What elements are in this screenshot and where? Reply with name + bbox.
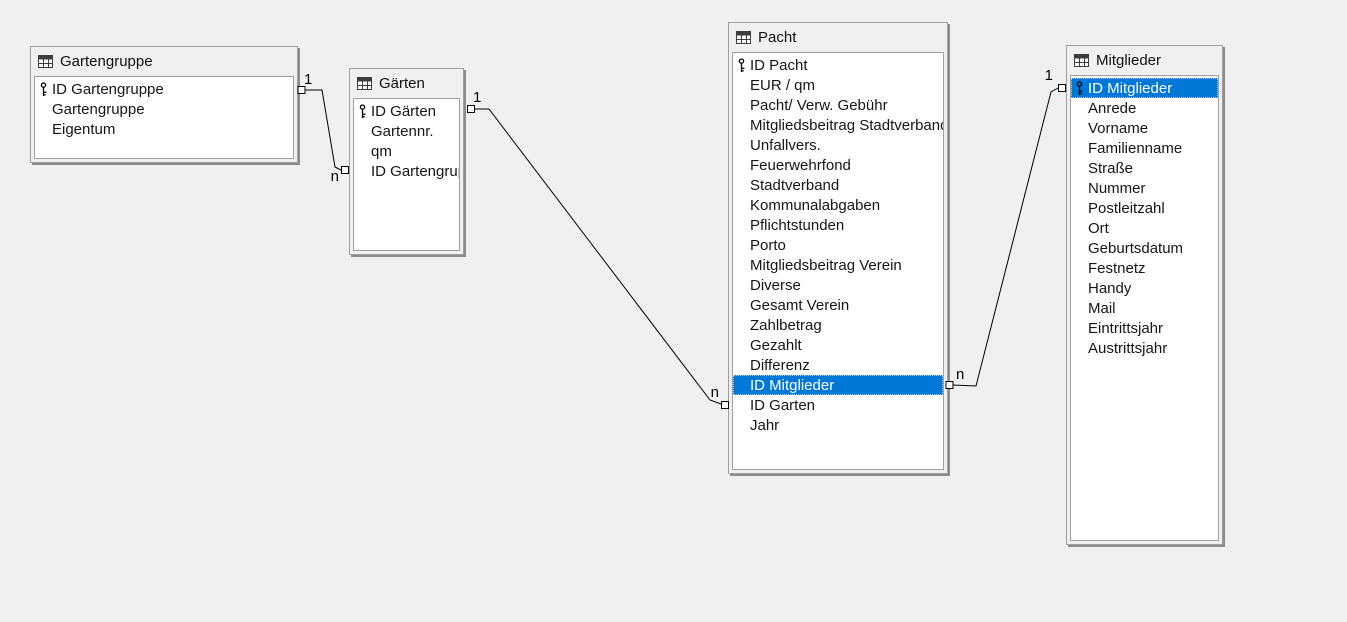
cardinality-label-many: n: [331, 168, 339, 185]
relation-line[interactable]: [953, 88, 1058, 386]
relation-mitglieder-pacht[interactable]: n 1: [946, 67, 1066, 389]
cardinality-label-one: 1: [304, 71, 312, 88]
cardinality-label-one: 1: [1045, 67, 1053, 84]
relations-layer: 1 n 1 n n 1: [0, 0, 1347, 622]
relation-gartengruppe-gaerten[interactable]: 1 n: [298, 71, 349, 185]
relation-anchor-many[interactable]: [342, 167, 349, 174]
cardinality-label-many: n: [711, 384, 719, 401]
relation-anchor-one[interactable]: [468, 106, 475, 113]
relation-gaerten-pacht[interactable]: 1 n: [468, 89, 729, 409]
relation-anchor-one[interactable]: [1059, 85, 1066, 92]
cardinality-label-one: 1: [473, 89, 481, 106]
relation-line[interactable]: [475, 109, 721, 404]
relation-anchor-many[interactable]: [946, 382, 953, 389]
relation-anchor-many[interactable]: [722, 402, 729, 409]
cardinality-label-many: n: [956, 366, 964, 383]
relationship-design-canvas[interactable]: GartengruppeID GartengruppeGartengruppeE…: [0, 0, 1347, 622]
relation-line[interactable]: [305, 90, 341, 170]
